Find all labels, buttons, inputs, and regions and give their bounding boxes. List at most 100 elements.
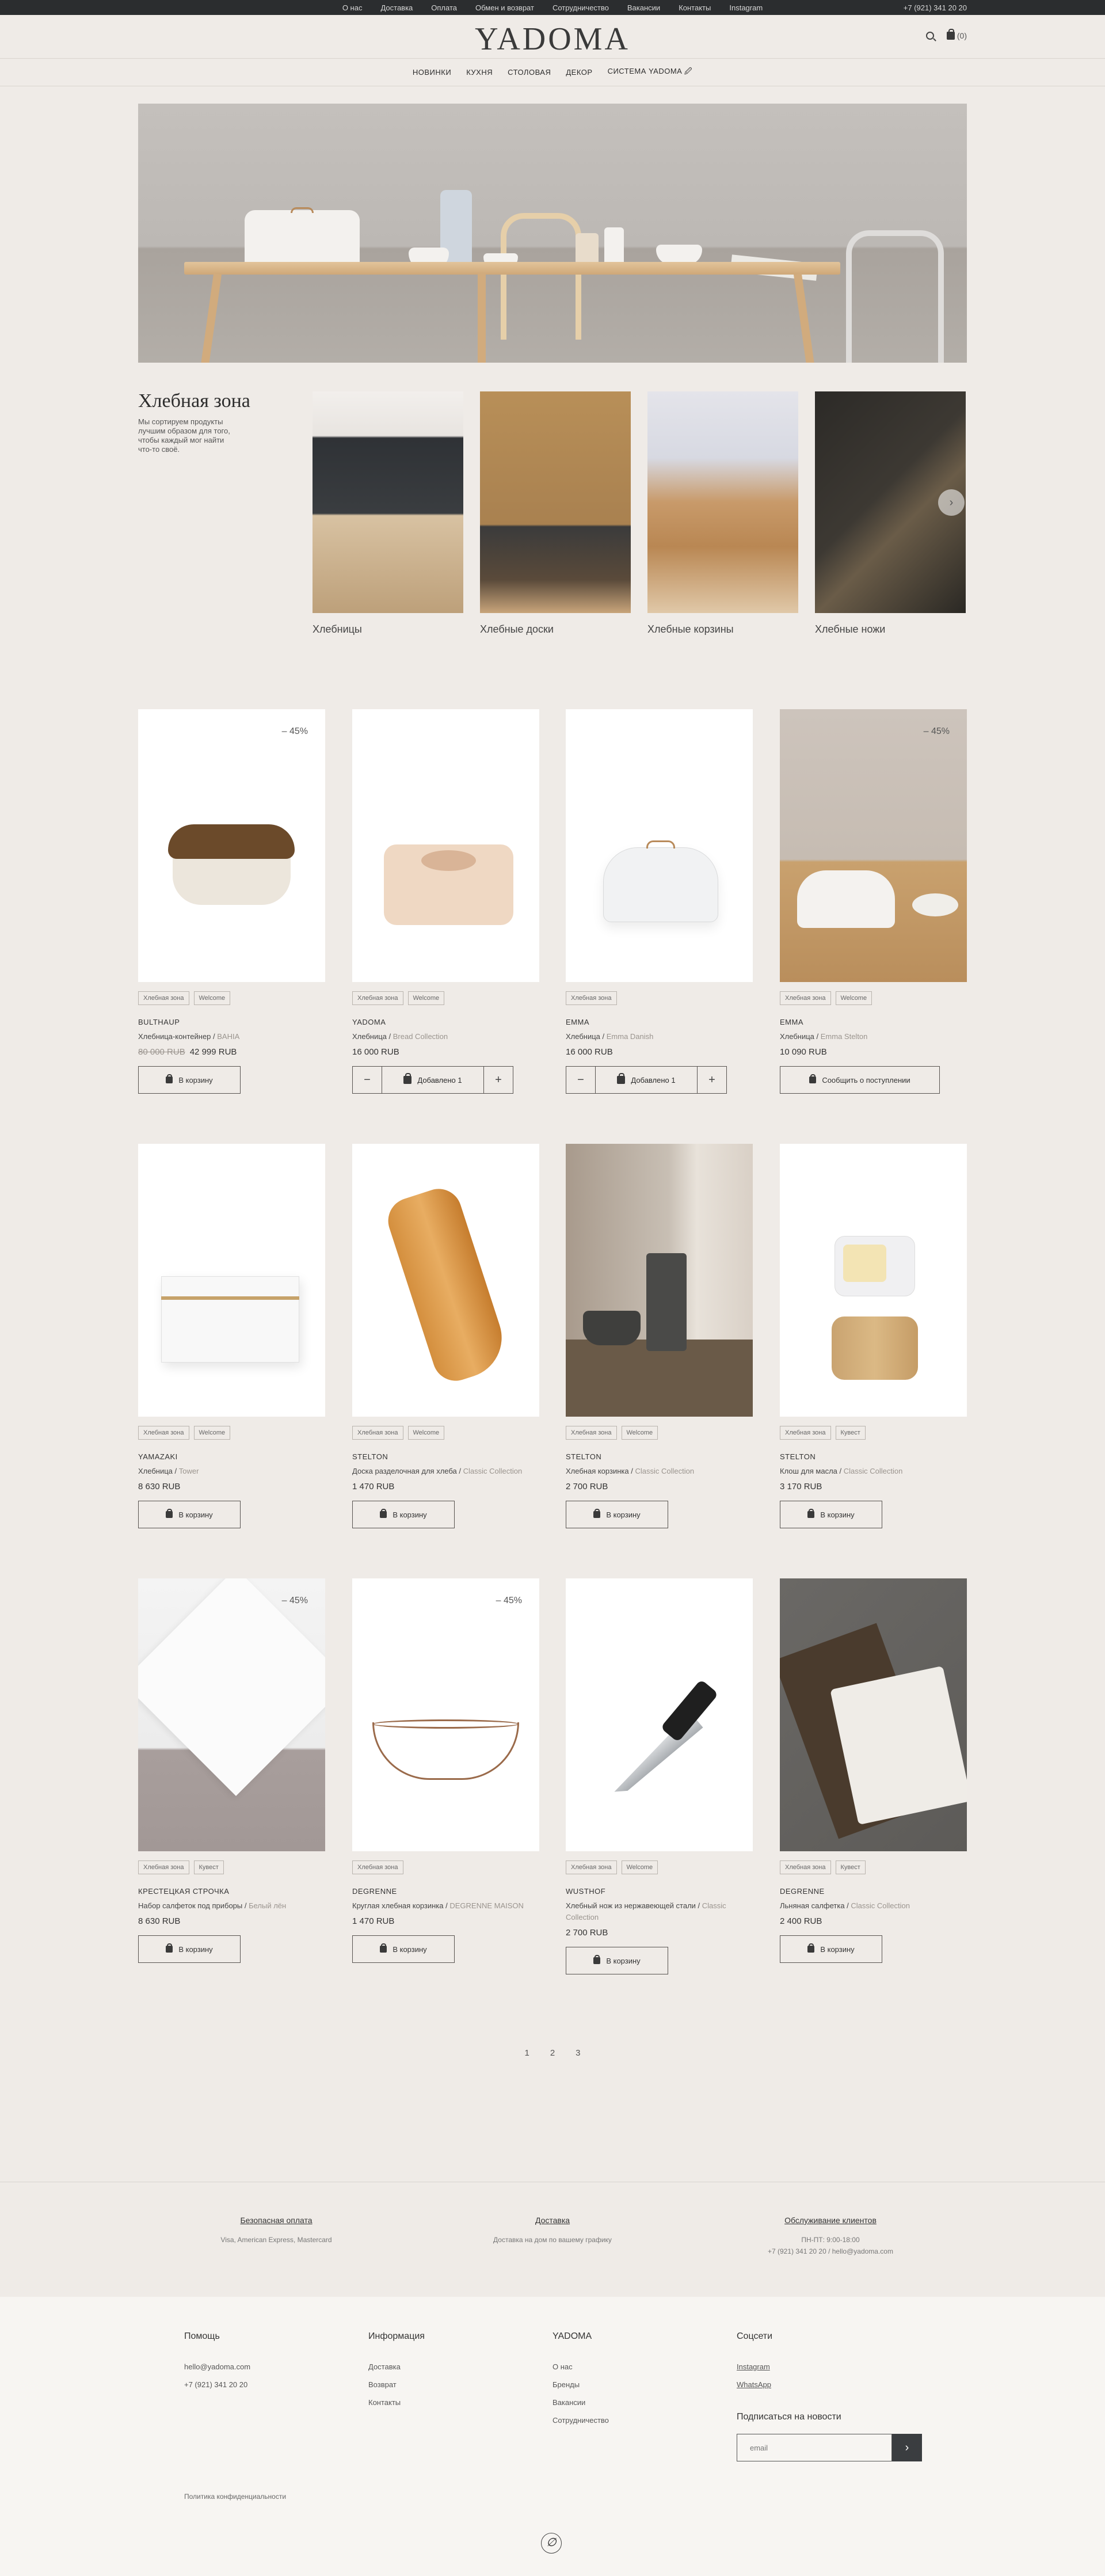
cart-button[interactable]: (0)	[946, 29, 967, 40]
product-image[interactable]	[566, 709, 753, 982]
product-name[interactable]: Хлебница	[138, 1467, 173, 1475]
page-2[interactable]: 2	[550, 2048, 555, 2058]
add-to-cart-button[interactable]: В корзину	[138, 1935, 241, 1963]
product-brand[interactable]: КРЕСТЕЦКАЯ СТРОЧКА	[138, 1887, 325, 1896]
tag[interactable]: Хлебная зона	[566, 1860, 617, 1874]
footer-instagram-link[interactable]: Instagram	[737, 2362, 772, 2371]
nav-dining[interactable]: СТОЛОВАЯ	[508, 68, 551, 77]
top-link-payment[interactable]: Оплата	[431, 3, 457, 12]
product-name[interactable]: Хлебница	[566, 1032, 600, 1041]
product-brand[interactable]: BULTHAUP	[138, 1018, 325, 1026]
product-collection[interactable]: Classic Collection	[844, 1467, 903, 1475]
tag[interactable]: Welcome	[835, 991, 872, 1005]
footer-link[interactable]: Контакты	[368, 2398, 425, 2407]
nav-decor[interactable]: ДЕКОР	[566, 68, 592, 77]
product-collection[interactable]: Classic Collection	[851, 1901, 910, 1910]
subscribe-button[interactable]: ›	[892, 2434, 922, 2461]
tag[interactable]: Кувест	[193, 1860, 224, 1874]
add-to-cart-button[interactable]: В корзину	[780, 1501, 882, 1528]
carousel-next-button[interactable]: ›	[938, 489, 965, 516]
product-name[interactable]: Хлебный нож из нержавеющей стали	[566, 1901, 696, 1910]
product-image[interactable]	[138, 1144, 325, 1417]
add-to-cart-button[interactable]: В корзину	[352, 1935, 455, 1963]
info-heading[interactable]: Обслуживание клиентов	[710, 2216, 951, 2225]
product-brand[interactable]: EMMA	[780, 1018, 967, 1026]
product-image[interactable]	[780, 1144, 967, 1417]
category-card-breadboxes[interactable]: Хлебницы	[313, 391, 463, 636]
tag[interactable]: Welcome	[193, 991, 231, 1005]
tag[interactable]: Хлебная зона	[138, 1860, 189, 1874]
product-image[interactable]: – 45%	[352, 1578, 539, 1851]
product-brand[interactable]: STELTON	[780, 1452, 967, 1461]
product-name[interactable]: Доска разделочная для хлеба	[352, 1467, 457, 1475]
product-brand[interactable]: YADOMA	[352, 1018, 539, 1026]
tag[interactable]: Хлебная зона	[566, 991, 617, 1005]
category-card-knives[interactable]: Хлебные ножи	[815, 391, 966, 636]
tag[interactable]: Кувест	[835, 1860, 866, 1874]
info-heading[interactable]: Доставка	[432, 2216, 673, 2225]
product-collection[interactable]: Белый лён	[249, 1901, 286, 1910]
product-brand[interactable]: STELTON	[352, 1452, 539, 1461]
product-image[interactable]	[566, 1144, 753, 1417]
category-card-boards[interactable]: Хлебные доски	[480, 391, 631, 636]
email-field[interactable]	[737, 2434, 892, 2461]
top-link-about[interactable]: О нас	[342, 3, 363, 12]
product-image[interactable]	[352, 709, 539, 982]
product-brand[interactable]: STELTON	[566, 1452, 753, 1461]
product-image[interactable]	[566, 1578, 753, 1851]
footer-email[interactable]: hello@yadoma.com	[184, 2362, 250, 2371]
tag[interactable]: Хлебная зона	[138, 991, 189, 1005]
tag[interactable]: Welcome	[193, 1426, 231, 1440]
tag[interactable]: Welcome	[621, 1426, 658, 1440]
product-name[interactable]: Клош для масла	[780, 1467, 837, 1475]
product-collection[interactable]: Classic Collection	[635, 1467, 694, 1475]
top-link-cooperation[interactable]: Сотрудничество	[552, 3, 609, 12]
product-name[interactable]: Набор салфеток под приборы	[138, 1901, 242, 1910]
product-image[interactable]	[780, 1578, 967, 1851]
footer-link[interactable]: Вакансии	[552, 2398, 609, 2407]
notify-button[interactable]: Сообщить о поступлении	[780, 1066, 940, 1094]
product-collection[interactable]: DEGRENNE MAISON	[449, 1901, 524, 1910]
tag[interactable]: Хлебная зона	[352, 1426, 403, 1440]
product-brand[interactable]: WUSTHOF	[566, 1887, 753, 1896]
top-link-vacancies[interactable]: Вакансии	[627, 3, 660, 12]
privacy-policy-link[interactable]: Политика конфиденциальности	[184, 2493, 286, 2501]
product-brand[interactable]: DEGRENNE	[352, 1887, 539, 1896]
tag[interactable]: Кувест	[835, 1426, 866, 1440]
top-link-contacts[interactable]: Контакты	[679, 3, 711, 12]
product-collection[interactable]: Tower	[179, 1467, 199, 1475]
product-name[interactable]: Хлебница-контейнер	[138, 1032, 211, 1041]
search-icon[interactable]	[925, 32, 934, 40]
product-name[interactable]: Льняная салфетка	[780, 1901, 845, 1910]
nav-kitchen[interactable]: КУХНЯ	[466, 68, 493, 77]
top-phone[interactable]: +7 (921) 341 20 20	[904, 3, 967, 12]
product-brand[interactable]: EMMA	[566, 1018, 753, 1026]
footer-phone[interactable]: +7 (921) 341 20 20	[184, 2380, 250, 2389]
top-link-returns[interactable]: Обмен и возврат	[475, 3, 534, 12]
decrement-button[interactable]: −	[353, 1067, 382, 1093]
product-collection[interactable]: BAHIA	[217, 1032, 239, 1041]
tag[interactable]: Хлебная зона	[352, 991, 403, 1005]
footer-whatsapp-link[interactable]: WhatsApp	[737, 2380, 772, 2389]
add-to-cart-button[interactable]: В корзину	[138, 1066, 241, 1094]
footer-logo-icon[interactable]: ∅	[541, 2533, 562, 2554]
tag[interactable]: Хлебная зона	[566, 1426, 617, 1440]
add-to-cart-button[interactable]: В корзину	[352, 1501, 455, 1528]
product-image[interactable]	[352, 1144, 539, 1417]
tag[interactable]: Хлебная зона	[780, 991, 831, 1005]
nav-new[interactable]: НОВИНКИ	[413, 68, 451, 77]
add-to-cart-button[interactable]: В корзину	[566, 1501, 668, 1528]
product-name[interactable]: Хлебница	[352, 1032, 387, 1041]
top-link-instagram[interactable]: Instagram	[729, 3, 763, 12]
product-name[interactable]: Круглая хлебная корзинка	[352, 1901, 444, 1910]
footer-link[interactable]: Бренды	[552, 2380, 609, 2389]
nav-system[interactable]: СИСТЕМА YADOMA 🖉	[608, 66, 693, 79]
tag[interactable]: Welcome	[407, 1426, 445, 1440]
tag[interactable]: Welcome	[621, 1860, 658, 1874]
product-name[interactable]: Хлебница	[780, 1032, 814, 1041]
tag[interactable]: Хлебная зона	[780, 1860, 831, 1874]
footer-link[interactable]: О нас	[552, 2362, 609, 2371]
add-to-cart-button[interactable]: В корзину	[138, 1501, 241, 1528]
product-brand[interactable]: DEGRENNE	[780, 1887, 967, 1896]
page-1[interactable]: 1	[524, 2048, 529, 2058]
